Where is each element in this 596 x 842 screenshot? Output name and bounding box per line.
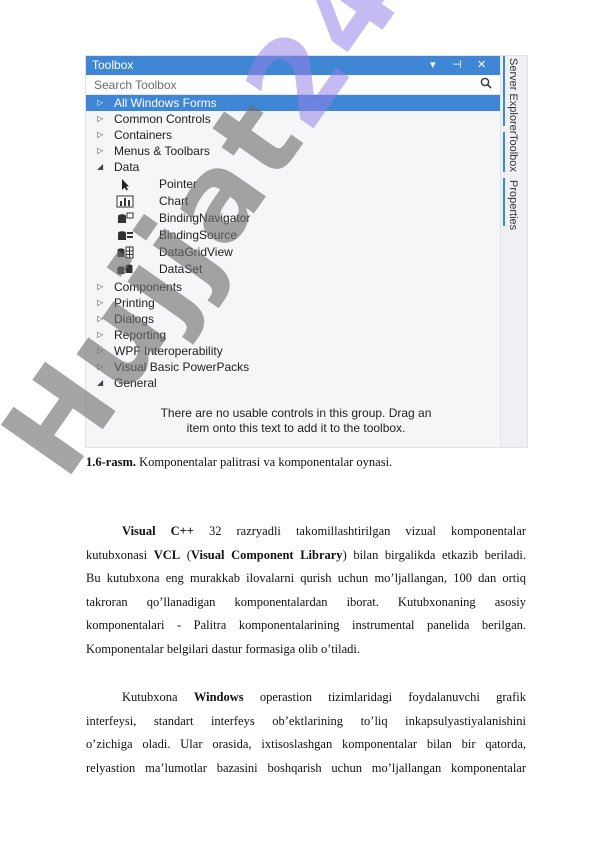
tool-label: DataGridView [159, 245, 233, 259]
search-icon[interactable] [480, 76, 492, 94]
tool-bindingsource[interactable]: BindingSource [86, 227, 500, 244]
category-containers[interactable]: ▷ Containers [86, 127, 500, 143]
category-label: Dialogs [114, 312, 155, 326]
dropdown-icon[interactable]: ▾ [430, 56, 436, 75]
tab-indicator [503, 56, 505, 126]
collapsed-arrow-icon: ▷ [97, 298, 104, 307]
category-label: Printing [114, 296, 155, 310]
binding-source-icon [116, 229, 134, 242]
text-line: kutubxonasi VCL (Visual Component Librar… [86, 547, 526, 562]
expanded-arrow-icon: ◢ [97, 378, 104, 387]
binding-navigator-icon [116, 212, 134, 225]
empty-group-note: There are no usable controls in this gro… [96, 406, 496, 436]
text-line: Komponentalar belgilari dastur formasiga… [86, 641, 361, 656]
tool-datagridview[interactable]: DataGridView [86, 244, 500, 261]
paragraph-1: Visual C++ 32 razryadli takomillashtiril… [86, 520, 526, 661]
tab-properties[interactable]: Properties [507, 180, 519, 230]
search-toolbox-input[interactable]: Search Toolbox [86, 76, 500, 95]
category-wpf-interoperability[interactable]: ▷ WPF Interoperability [86, 343, 500, 359]
text-line: relyastion ma’lumotlar bazasini boshqari… [86, 760, 526, 775]
collapsed-arrow-icon: ▷ [97, 130, 104, 139]
category-reporting[interactable]: ▷ Reporting [86, 327, 500, 343]
category-data[interactable]: ◢ Data [86, 159, 500, 175]
category-label: All Windows Forms [114, 96, 217, 110]
category-menus-toolbars[interactable]: ▷ Menus & Toolbars [86, 143, 500, 159]
category-label: Visual Basic PowerPacks [114, 360, 250, 374]
tool-pointer[interactable]: Pointer [86, 176, 500, 193]
tool-bindingnavigator[interactable]: BindingNavigator [86, 210, 500, 227]
toolbox-title: Toolbox [92, 58, 134, 72]
text-line: Kutubxona Windows operastion tizimlarida… [122, 690, 526, 704]
expanded-arrow-icon: ◢ [97, 162, 104, 171]
collapsed-arrow-icon: ▷ [97, 146, 104, 155]
side-tab-strip: Server Explorer Toolbox Properties [500, 56, 527, 447]
text-line: interfeysi, standart interfeys ob’ektlar… [86, 713, 526, 728]
collapsed-arrow-icon: ▷ [97, 98, 104, 107]
tool-dataset[interactable]: DataSet [86, 261, 500, 278]
category-label: Containers [114, 128, 173, 142]
category-label: WPF Interoperability [114, 344, 223, 358]
close-icon[interactable]: ✕ [477, 56, 486, 75]
toolbox-panel: Toolbox ▾ ⊣ ✕ Search Toolbox ▷ All Windo… [86, 56, 500, 447]
collapsed-arrow-icon: ▷ [97, 346, 104, 355]
note-line: There are no usable controls in this gro… [160, 406, 432, 420]
search-placeholder: Search Toolbox [94, 78, 177, 92]
category-label: Menus & Toolbars [114, 144, 210, 158]
tool-label: DataSet [159, 262, 203, 276]
toolbox-title-bar: Toolbox ▾ ⊣ ✕ [86, 56, 500, 75]
tab-indicator [503, 178, 505, 226]
tab-server-explorer[interactable]: Server Explorer [507, 58, 519, 134]
collapsed-arrow-icon: ▷ [97, 330, 104, 339]
tool-label: Pointer [159, 177, 198, 191]
category-label: Data [114, 160, 140, 174]
caption-number: 1.6-rasm. [86, 455, 136, 469]
category-label: Reporting [114, 328, 167, 342]
tool-label: BindingNavigator [159, 211, 251, 225]
caption-text: Komponentalar palitrasi va komponentalar… [136, 455, 393, 469]
category-general[interactable]: ◢ General [86, 375, 500, 391]
chart-icon [116, 195, 134, 208]
category-label: General [114, 376, 157, 390]
category-dialogs[interactable]: ▷ Dialogs [86, 311, 500, 327]
category-components[interactable]: ▷ Components [86, 279, 500, 295]
pin-icon[interactable]: ⊣ [452, 56, 462, 75]
collapsed-arrow-icon: ▷ [97, 282, 104, 291]
figure-caption: 1.6-rasm. Komponentalar palitrasi va kom… [86, 452, 526, 472]
category-label: Components [114, 280, 183, 294]
tool-label: BindingSource [159, 228, 238, 242]
category-common-controls[interactable]: ▷ Common Controls [86, 111, 500, 127]
paragraph-2: Kutubxona Windows operastion tizimlarida… [86, 686, 526, 780]
collapsed-arrow-icon: ▷ [97, 314, 104, 323]
toolbox-screenshot: Toolbox ▾ ⊣ ✕ Search Toolbox ▷ All Windo… [85, 55, 528, 448]
text-line: o’zichiga oladi. Ular orasida, ixtisosla… [86, 737, 526, 751]
dataset-icon [116, 263, 134, 276]
collapsed-arrow-icon: ▷ [97, 362, 104, 371]
text-line: Visual C++ 32 razryadli takomillashtiril… [122, 524, 526, 538]
text-line: komponentalari - Palitra komponentalarin… [86, 618, 526, 632]
pointer-icon [116, 178, 134, 191]
text-line: takroran qo’llanadigan komponentalardan … [86, 594, 526, 609]
category-label: Common Controls [114, 112, 211, 126]
category-all-windows-forms[interactable]: ▷ All Windows Forms [86, 95, 500, 111]
category-printing[interactable]: ▷ Printing [86, 295, 500, 311]
category-visual-basic-powerpacks[interactable]: ▷ Visual Basic PowerPacks [86, 359, 500, 375]
tab-indicator [503, 132, 505, 172]
tool-chart[interactable]: Chart [86, 193, 500, 210]
tab-toolbox[interactable]: Toolbox [507, 134, 519, 172]
collapsed-arrow-icon: ▷ [97, 114, 104, 123]
tool-label: Chart [159, 194, 189, 208]
text-line: Bu kutubxona eng murakkab ilovalarni qur… [86, 571, 526, 585]
datagridview-icon [116, 246, 134, 259]
note-line: item onto this text to add it to the too… [186, 421, 406, 435]
